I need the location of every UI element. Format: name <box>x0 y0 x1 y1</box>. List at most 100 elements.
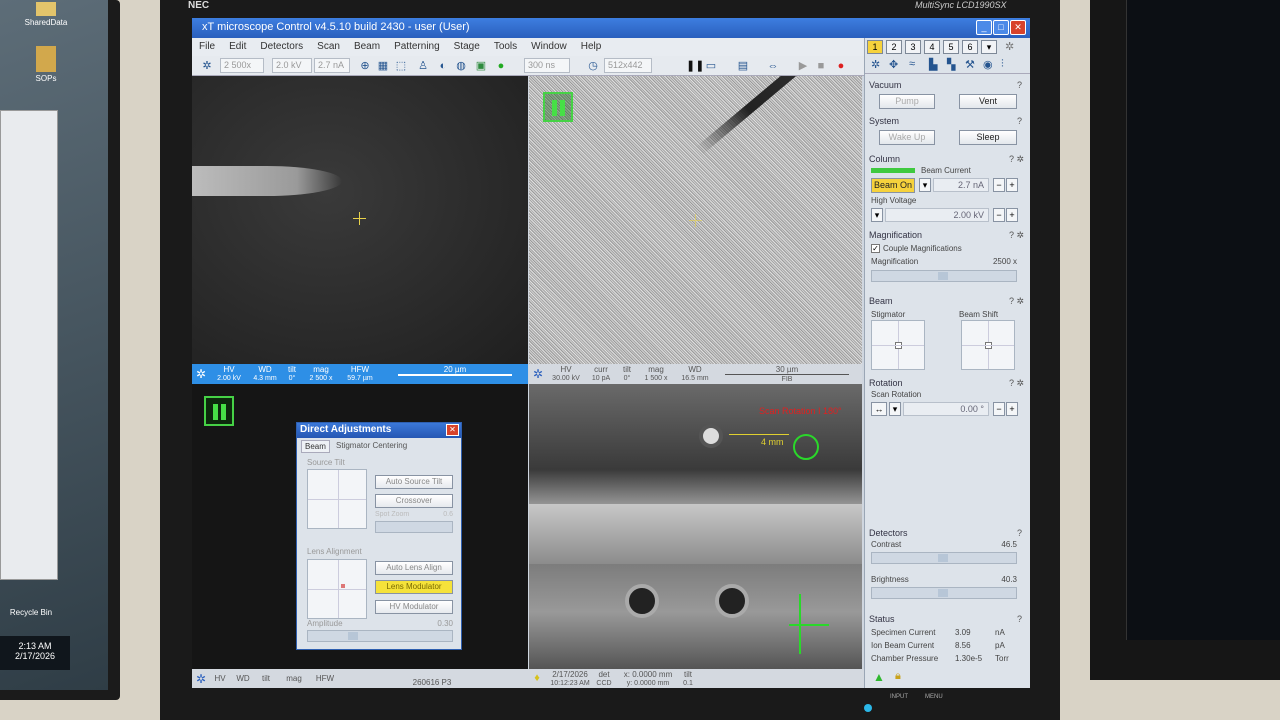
high-voltage-increase[interactable]: + <box>1006 208 1018 222</box>
toolbar-mag-field[interactable]: 2 500x <box>220 58 264 73</box>
menu-patterning[interactable]: Patterning <box>387 38 447 52</box>
hv-modulator-button[interactable]: HV Modulator <box>375 600 453 614</box>
clock-icon[interactable]: ◷ <box>586 59 600 73</box>
panel-wave-icon[interactable]: ≈ <box>909 58 915 70</box>
page-2-button[interactable]: 2 <box>886 40 902 54</box>
contrast-slider[interactable] <box>871 552 1017 564</box>
spot-zoom-slider[interactable] <box>375 521 453 533</box>
sleep-button[interactable]: Sleep <box>959 130 1017 145</box>
rotation-flip-icon[interactable]: ↔ <box>871 402 887 416</box>
beam-current-increase[interactable]: + <box>1006 178 1018 192</box>
toolbar-hv-field[interactable]: 2.0 kV <box>272 58 312 73</box>
scan-mode-icon[interactable]: ▤ <box>736 59 750 73</box>
beam-shift-pad[interactable] <box>961 320 1015 370</box>
maximize-button[interactable]: □ <box>993 20 1009 35</box>
brightness-slider[interactable] <box>871 587 1017 599</box>
taskbar-clock[interactable]: 2:13 AM 2/17/2026 <box>0 636 70 670</box>
menu-scan[interactable]: Scan <box>310 38 347 52</box>
crossover-button[interactable]: Crossover <box>375 494 453 508</box>
beam-on-button[interactable]: Beam On <box>871 178 915 193</box>
zoom-icon[interactable]: ⬚ <box>394 59 408 73</box>
quad-2-pause-icon[interactable] <box>543 92 573 122</box>
page-5-button[interactable]: 5 <box>943 40 959 54</box>
beam-current-field[interactable]: 2.7 nA <box>933 178 989 192</box>
reduced-area-icon[interactable]: ⇔ <box>766 59 780 73</box>
stigmator-pad[interactable] <box>871 320 925 370</box>
image-icon[interactable]: ▣ <box>474 59 488 73</box>
close-button[interactable]: ✕ <box>1010 20 1026 35</box>
sops-desktop-icon[interactable]: SOPs <box>22 46 70 83</box>
panel-adjust-icon[interactable]: ⫶ <box>1001 58 1004 71</box>
page-4-button[interactable]: 4 <box>924 40 940 54</box>
detector-icon[interactable]: ♙ <box>416 59 430 73</box>
contrast-thumb[interactable] <box>938 554 948 562</box>
shareddata-desktop-icon[interactable]: SharedData <box>22 2 70 27</box>
beam-help-icon[interactable]: ? ✲ <box>1009 296 1024 307</box>
play-icon[interactable]: ▶ <box>796 59 810 73</box>
panel-pattern-icon[interactable]: ▚ <box>947 58 955 71</box>
toolbar-current-field[interactable]: 2.7 nA <box>314 58 350 73</box>
quad-1-electron-image[interactable] <box>192 76 528 364</box>
dialog-close-button[interactable]: ✕ <box>446 424 459 436</box>
detectors-help-icon[interactable]: ? <box>1017 528 1022 538</box>
system-help-icon[interactable]: ? <box>1017 116 1022 126</box>
magnification-slider[interactable] <box>871 270 1017 282</box>
wake-up-button[interactable]: Wake Up <box>879 130 935 145</box>
panel-tools-icon[interactable]: ⚒ <box>965 58 975 71</box>
status-help-icon[interactable]: ? <box>1017 614 1022 624</box>
rotation-dropdown[interactable]: ▾ <box>889 402 901 416</box>
auto-lens-align-button[interactable]: Auto Lens Align <box>375 561 453 575</box>
page-3-button[interactable]: 3 <box>905 40 921 54</box>
lens-alignment-pad[interactable] <box>307 559 367 619</box>
stop-icon[interactable]: ■ <box>814 59 828 73</box>
auto-source-tilt-button[interactable]: Auto Source Tilt <box>375 475 453 489</box>
menu-beam[interactable]: Beam <box>347 38 387 52</box>
rotation-help-icon[interactable]: ? ✲ <box>1009 378 1024 389</box>
grid-icon[interactable]: ▦ <box>376 59 390 73</box>
menu-help[interactable]: Help <box>574 38 609 52</box>
menu-edit[interactable]: Edit <box>222 38 253 52</box>
contrast-icon[interactable]: ◐ <box>436 59 450 73</box>
page-6-button[interactable]: 6 <box>962 40 978 54</box>
dialog-tab-beam[interactable]: Beam <box>301 440 330 453</box>
live-icon[interactable]: ● <box>494 59 508 73</box>
couple-magnifications-checkbox[interactable]: ✓ <box>871 244 880 253</box>
minimize-button[interactable]: _ <box>976 20 992 35</box>
magnification-thumb[interactable] <box>938 272 948 280</box>
monitor-menu-button[interactable]: MENU <box>925 694 943 700</box>
pause-icon[interactable]: ❚❚ <box>686 59 704 73</box>
panel-view-icon[interactable]: ◉ <box>983 58 993 71</box>
toolbar-dwell-field[interactable]: 300 ns <box>524 58 570 73</box>
menu-stage[interactable]: Stage <box>447 38 487 52</box>
brightness-thumb[interactable] <box>938 589 948 597</box>
vacuum-help-icon[interactable]: ? <box>1017 80 1022 90</box>
snapshot-icon[interactable]: ▭ <box>704 59 718 73</box>
stigmator-handle[interactable] <box>895 342 902 349</box>
column-help-icon[interactable]: ? ✲ <box>1009 154 1024 165</box>
vent-button[interactable]: Vent <box>959 94 1017 109</box>
source-tilt-pad[interactable] <box>307 469 367 529</box>
quad-2-ion-image[interactable] <box>529 76 862 364</box>
beam-shift-handle[interactable] <box>985 342 992 349</box>
menu-detectors[interactable]: Detectors <box>253 38 310 52</box>
high-voltage-decrease[interactable]: − <box>993 208 1005 222</box>
page-dropdown-button[interactable]: ▾ <box>981 40 997 54</box>
rotation-increase[interactable]: + <box>1006 402 1018 416</box>
panel-beam-icon[interactable]: ✲ <box>871 58 880 71</box>
toolbar-resolution-field[interactable]: 512x442 <box>604 58 652 73</box>
scan-rotation-field[interactable]: 0.00 ° <box>903 402 989 416</box>
monitor-input-button[interactable]: INPUT <box>890 694 908 700</box>
dialog-tab-stigmator-centering[interactable]: Stigmator Centering <box>333 440 410 451</box>
menu-file[interactable]: File <box>192 38 222 52</box>
rotation-decrease[interactable]: − <box>993 402 1005 416</box>
menu-window[interactable]: Window <box>524 38 574 52</box>
menu-tools[interactable]: Tools <box>487 38 524 52</box>
amplitude-thumb[interactable] <box>348 632 358 640</box>
high-voltage-field[interactable]: 2.00 kV <box>885 208 989 222</box>
beam-select-icon[interactable]: ✲ <box>200 59 214 73</box>
page-1-button[interactable]: 1 <box>867 40 883 54</box>
panel-align-icon[interactable]: ✥ <box>889 58 898 71</box>
record-icon[interactable]: ● <box>834 59 848 73</box>
quad-3-pause-icon[interactable] <box>204 396 234 426</box>
pump-button[interactable]: Pump <box>879 94 935 109</box>
